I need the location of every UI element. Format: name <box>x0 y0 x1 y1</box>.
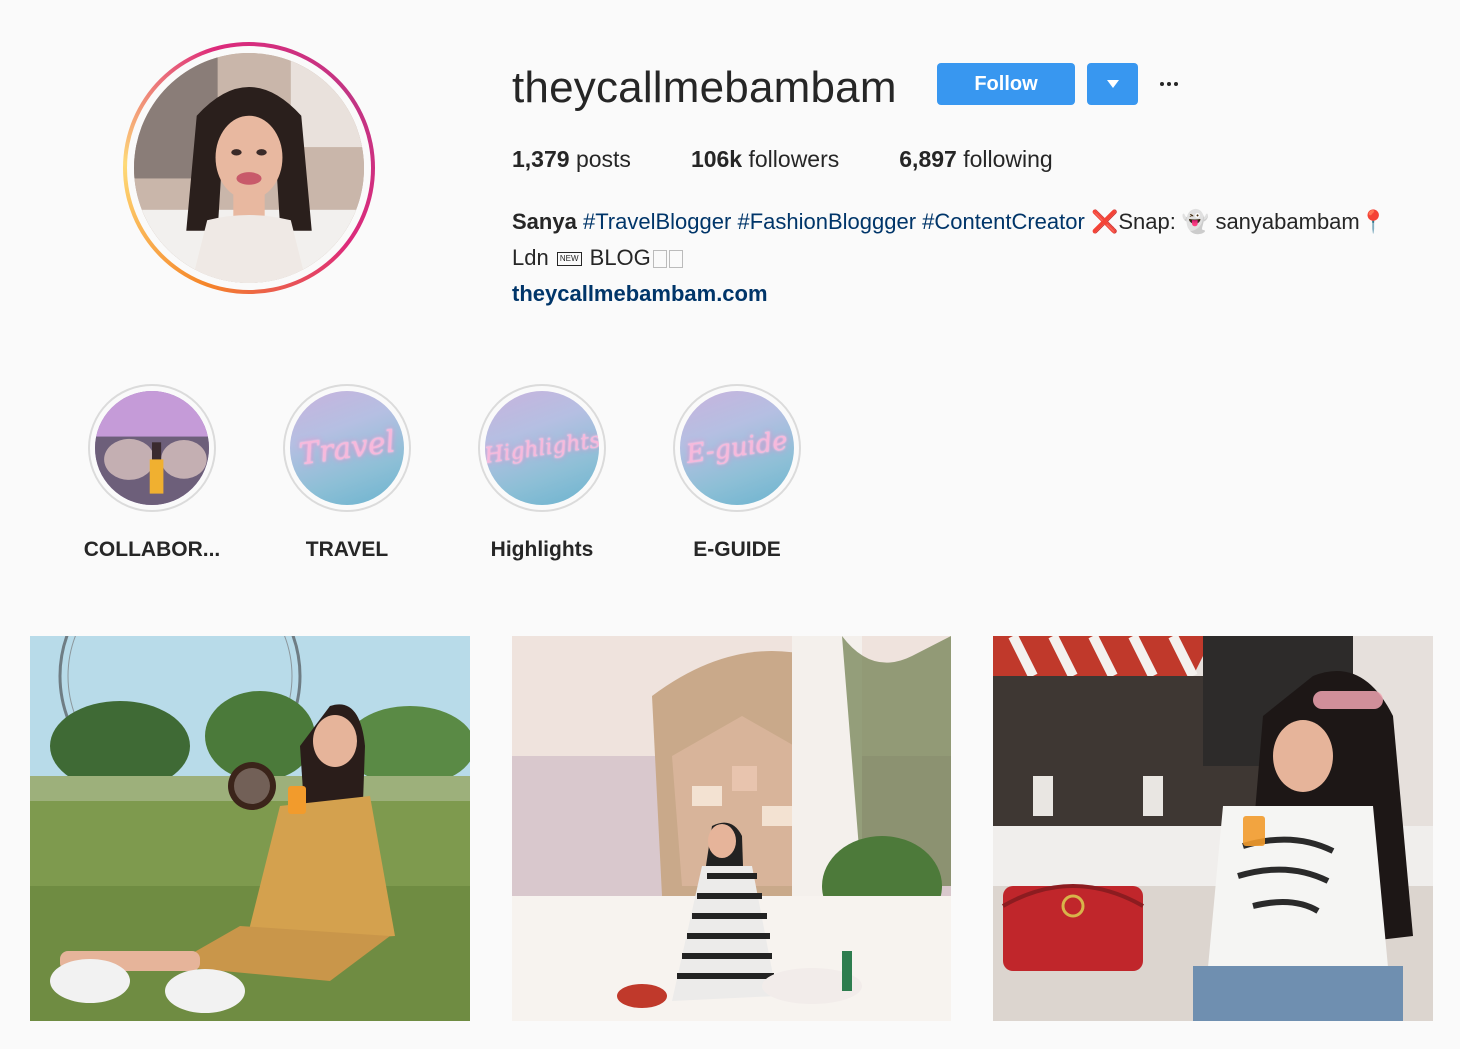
following-count: 6,897 <box>899 146 957 172</box>
highlight-label: E-GUIDE <box>693 538 781 561</box>
posts-count: 1,379 <box>512 146 570 172</box>
stat-posts: 1,379 posts <box>512 142 631 176</box>
profile-username: theycallmebambam <box>512 63 897 112</box>
highlight-collaborations[interactable]: COLLABOR... <box>52 384 252 562</box>
highlight-cover: Highlights <box>485 391 599 505</box>
ellipsis-dot-icon <box>1160 82 1164 86</box>
avatar-gap <box>127 46 371 290</box>
avatar-photo <box>134 53 364 283</box>
profile-website-link[interactable]: theycallmebambam.com <box>512 276 1442 312</box>
highlight-photo <box>95 391 209 505</box>
highlight-cover <box>95 391 209 505</box>
profile-stats: 1,379 posts 106k followers 6,897 followi… <box>512 142 1113 176</box>
suggested-accounts-dropdown-button[interactable] <box>1087 63 1138 105</box>
highlight-cover: Travel <box>290 391 404 505</box>
highlight-cover-text: E-guide <box>684 426 790 470</box>
highlight-cover-gradient: Highlights <box>485 391 599 505</box>
hashtag-link[interactable]: #ContentCreator <box>922 209 1085 234</box>
highlight-highlights[interactable]: Highlights Highlights <box>442 384 642 562</box>
highlight-travel[interactable]: Travel TRAVEL <box>247 384 447 562</box>
hashtag-link[interactable]: #FashionBloggger <box>737 209 916 234</box>
highlight-ring: Highlights <box>478 384 606 512</box>
profile-avatar-ring[interactable] <box>123 42 375 294</box>
post-photo-positano <box>512 636 951 1021</box>
highlight-ring: E-guide <box>673 384 801 512</box>
highlight-label: TRAVEL <box>305 538 389 561</box>
post-photo-london-eye <box>30 636 470 1021</box>
post-thumbnail[interactable] <box>512 636 951 1021</box>
post-photo-cafe <box>993 636 1433 1021</box>
avatar[interactable] <box>134 53 364 283</box>
highlight-ring: Travel <box>283 384 411 512</box>
followers-count: 106k <box>690 146 743 172</box>
post-thumbnail[interactable] <box>30 636 470 1021</box>
bio-snap-text: ❌Snap: 👻 sanyabambam📍 <box>1090 209 1388 234</box>
follow-button[interactable]: Follow <box>937 63 1075 105</box>
hashtag-link[interactable]: #TravelBlogger <box>583 209 731 234</box>
stat-following[interactable]: 6,897 following <box>899 142 1052 176</box>
missing-glyph-icon <box>668 250 683 269</box>
highlight-cover-gradient: Travel <box>290 391 404 505</box>
bio-line-1: Sanya #TravelBlogger #FashionBloggger #C… <box>512 204 1442 240</box>
stat-followers[interactable]: 106k followers <box>691 142 839 176</box>
ellipsis-dot-icon <box>1167 82 1171 86</box>
highlight-cover-text: Highlights <box>485 427 599 469</box>
bio-line-2: Ldn NEW BLOG <box>512 240 1442 276</box>
ellipsis-dot-icon <box>1174 82 1178 86</box>
highlight-label: Highlights <box>490 538 594 561</box>
new-badge-icon: NEW <box>556 252 582 267</box>
more-options-button[interactable] <box>1154 70 1184 98</box>
highlight-cover: E-guide <box>680 391 794 505</box>
followers-label: followers <box>748 146 840 172</box>
profile-bio: Sanya #TravelBlogger #FashionBloggger #C… <box>512 204 1442 312</box>
bio-location: Ldn <box>512 245 549 270</box>
highlight-cover-gradient: E-guide <box>680 391 794 505</box>
post-thumbnail[interactable] <box>993 636 1433 1021</box>
posts-label: posts <box>575 146 631 172</box>
highlight-cover-text: Travel <box>296 423 398 473</box>
highlight-ring <box>88 384 216 512</box>
following-label: following <box>963 146 1053 172</box>
highlight-e-guide[interactable]: E-guide E-GUIDE <box>637 384 837 562</box>
bio-blog: BLOG <box>589 245 651 270</box>
missing-glyph-icon <box>652 250 667 269</box>
caret-down-icon <box>1106 80 1119 88</box>
bio-name: Sanya <box>512 209 577 234</box>
highlight-label: COLLABOR... <box>83 538 221 561</box>
